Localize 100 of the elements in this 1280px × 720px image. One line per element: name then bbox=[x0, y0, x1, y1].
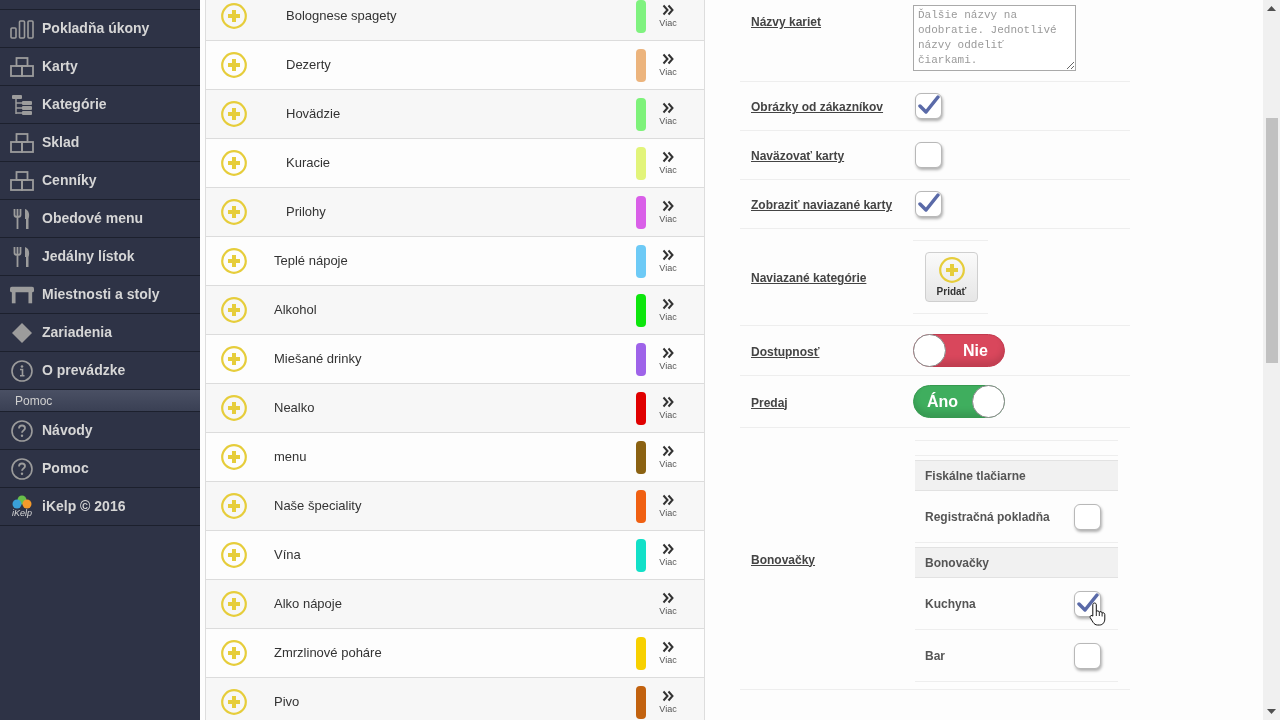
add-button[interactable] bbox=[221, 150, 247, 176]
scroll-down-icon[interactable] bbox=[1267, 709, 1276, 714]
plus-circle-icon bbox=[221, 493, 247, 519]
double-chevron-icon bbox=[662, 102, 674, 114]
add-button[interactable] bbox=[221, 3, 247, 29]
field-label: Naviazané kategórie bbox=[751, 271, 867, 285]
add-button[interactable]: Pridať bbox=[925, 252, 978, 302]
stacked-boxes-icon bbox=[10, 170, 34, 191]
plus-circle-icon bbox=[221, 101, 247, 127]
add-button[interactable] bbox=[221, 52, 247, 78]
category-name: Hovädzie bbox=[286, 105, 341, 124]
more-button[interactable]: Viac bbox=[656, 102, 680, 126]
add-button[interactable] bbox=[221, 444, 247, 470]
category-name: Alko nápoje bbox=[274, 595, 342, 614]
more-button[interactable]: Viac bbox=[656, 445, 680, 469]
hand-cursor-icon bbox=[1089, 602, 1106, 626]
plus-circle-icon bbox=[221, 248, 247, 274]
add-button[interactable] bbox=[221, 395, 247, 421]
more-button[interactable]: Viac bbox=[656, 151, 680, 175]
double-chevron-icon bbox=[662, 4, 674, 16]
plus-circle-icon bbox=[221, 542, 247, 568]
double-chevron-icon bbox=[662, 690, 674, 702]
plus-circle-icon bbox=[221, 150, 247, 176]
double-chevron-icon bbox=[662, 53, 674, 65]
category-name: Bolognese spagety bbox=[286, 7, 397, 26]
add-button[interactable] bbox=[221, 346, 247, 372]
scrollbar[interactable] bbox=[1263, 0, 1280, 720]
checkbox[interactable] bbox=[915, 93, 942, 119]
more-button[interactable]: Viac bbox=[656, 200, 680, 224]
add-button[interactable] bbox=[221, 591, 247, 617]
plus-circle-icon bbox=[221, 346, 247, 372]
sidebar-item[interactable]: Návody bbox=[0, 412, 200, 450]
names-textarea[interactable]: Ďalšie názvy na odobratie. Jednotlivé názvy oddeliť čiarkami. bbox=[913, 5, 1076, 71]
more-button[interactable]: Viac bbox=[656, 592, 680, 616]
more-button[interactable]: Viac bbox=[656, 4, 680, 28]
checkmark-icon bbox=[917, 192, 940, 214]
double-chevron-icon bbox=[662, 494, 674, 506]
scrollbar-thumb[interactable] bbox=[1265, 118, 1278, 363]
sidebar-item[interactable]: Cenníky bbox=[0, 162, 200, 200]
double-chevron-icon bbox=[662, 151, 674, 163]
category-name: Prilohy bbox=[286, 203, 326, 222]
add-button[interactable] bbox=[221, 640, 247, 666]
switch-knob[interactable] bbox=[972, 385, 1005, 418]
sidebar-item[interactable]: Miestnosti a stoly bbox=[0, 276, 200, 314]
sidebar-item[interactable]: Pokladňa úkony bbox=[0, 10, 200, 48]
help-icon bbox=[11, 457, 33, 480]
bar-chart-icon bbox=[10, 18, 34, 39]
plus-circle-icon bbox=[221, 199, 247, 225]
sidebar-item[interactable]: Karty bbox=[0, 48, 200, 86]
group-header: Fiskálne tlačiarne bbox=[915, 460, 1118, 491]
more-button[interactable]: Viac bbox=[656, 396, 680, 420]
sidebar-item[interactable]: Obedové menu bbox=[0, 200, 200, 238]
sidebar-item[interactable]: Jedálny lístok bbox=[0, 238, 200, 276]
sidebar-item[interactable]: Sklad bbox=[0, 124, 200, 162]
plus-circle-icon bbox=[221, 444, 247, 470]
checkbox[interactable] bbox=[1074, 503, 1101, 530]
sidebar-item[interactable]: iKelp iKelp © 2016 bbox=[0, 488, 200, 526]
option-label: Kuchyna bbox=[925, 595, 976, 613]
field-label: Bonovačky bbox=[751, 552, 816, 567]
add-button[interactable] bbox=[221, 493, 247, 519]
add-button[interactable] bbox=[221, 248, 247, 274]
more-button[interactable]: Viac bbox=[656, 53, 680, 77]
field-label: Dostupnosť bbox=[751, 344, 820, 359]
section-header: Pomoc bbox=[0, 390, 200, 412]
table-icon bbox=[10, 284, 34, 305]
add-button[interactable] bbox=[221, 199, 247, 225]
checkbox[interactable] bbox=[915, 142, 942, 168]
more-button[interactable]: Viac bbox=[656, 249, 680, 273]
more-button[interactable]: Viac bbox=[656, 298, 680, 322]
more-button[interactable]: Viac bbox=[656, 690, 680, 714]
add-button[interactable] bbox=[221, 101, 247, 127]
more-button[interactable]: Viac bbox=[656, 347, 680, 371]
plus-circle-icon bbox=[221, 395, 247, 421]
switch-knob[interactable] bbox=[913, 334, 946, 367]
field-label: Naväzovať karty bbox=[751, 149, 845, 163]
add-button[interactable] bbox=[221, 689, 247, 715]
more-button[interactable]: Viac bbox=[656, 641, 680, 665]
category-name: menu bbox=[274, 448, 307, 467]
toggle-switch[interactable]: Nie bbox=[913, 334, 1005, 367]
sidebar-item[interactable]: Kategórie bbox=[0, 86, 200, 124]
checkmark-icon bbox=[1076, 591, 1099, 614]
category-name: Nealko bbox=[274, 399, 315, 418]
option-label: Bar bbox=[925, 647, 945, 665]
checkbox[interactable] bbox=[1074, 642, 1101, 669]
plus-circle-icon bbox=[221, 297, 247, 323]
checkbox[interactable] bbox=[915, 191, 942, 217]
double-chevron-icon bbox=[662, 347, 674, 359]
double-chevron-icon bbox=[662, 200, 674, 212]
add-button[interactable] bbox=[221, 542, 247, 568]
scroll-up-icon[interactable] bbox=[1267, 6, 1276, 11]
more-button[interactable]: Viac bbox=[656, 543, 680, 567]
category-name: Naše špeciality bbox=[274, 497, 362, 516]
sidebar-item[interactable]: Zariadenia bbox=[0, 314, 200, 352]
more-button[interactable]: Viac bbox=[656, 494, 680, 518]
option-label: Registračná pokladňa bbox=[925, 508, 1050, 526]
field-label: Predaj bbox=[751, 395, 788, 410]
add-button[interactable] bbox=[221, 297, 247, 323]
plus-circle-icon bbox=[221, 591, 247, 617]
group-header: Bonovačky bbox=[915, 547, 1118, 578]
sidebar-item[interactable]: Pomoc bbox=[0, 450, 200, 488]
